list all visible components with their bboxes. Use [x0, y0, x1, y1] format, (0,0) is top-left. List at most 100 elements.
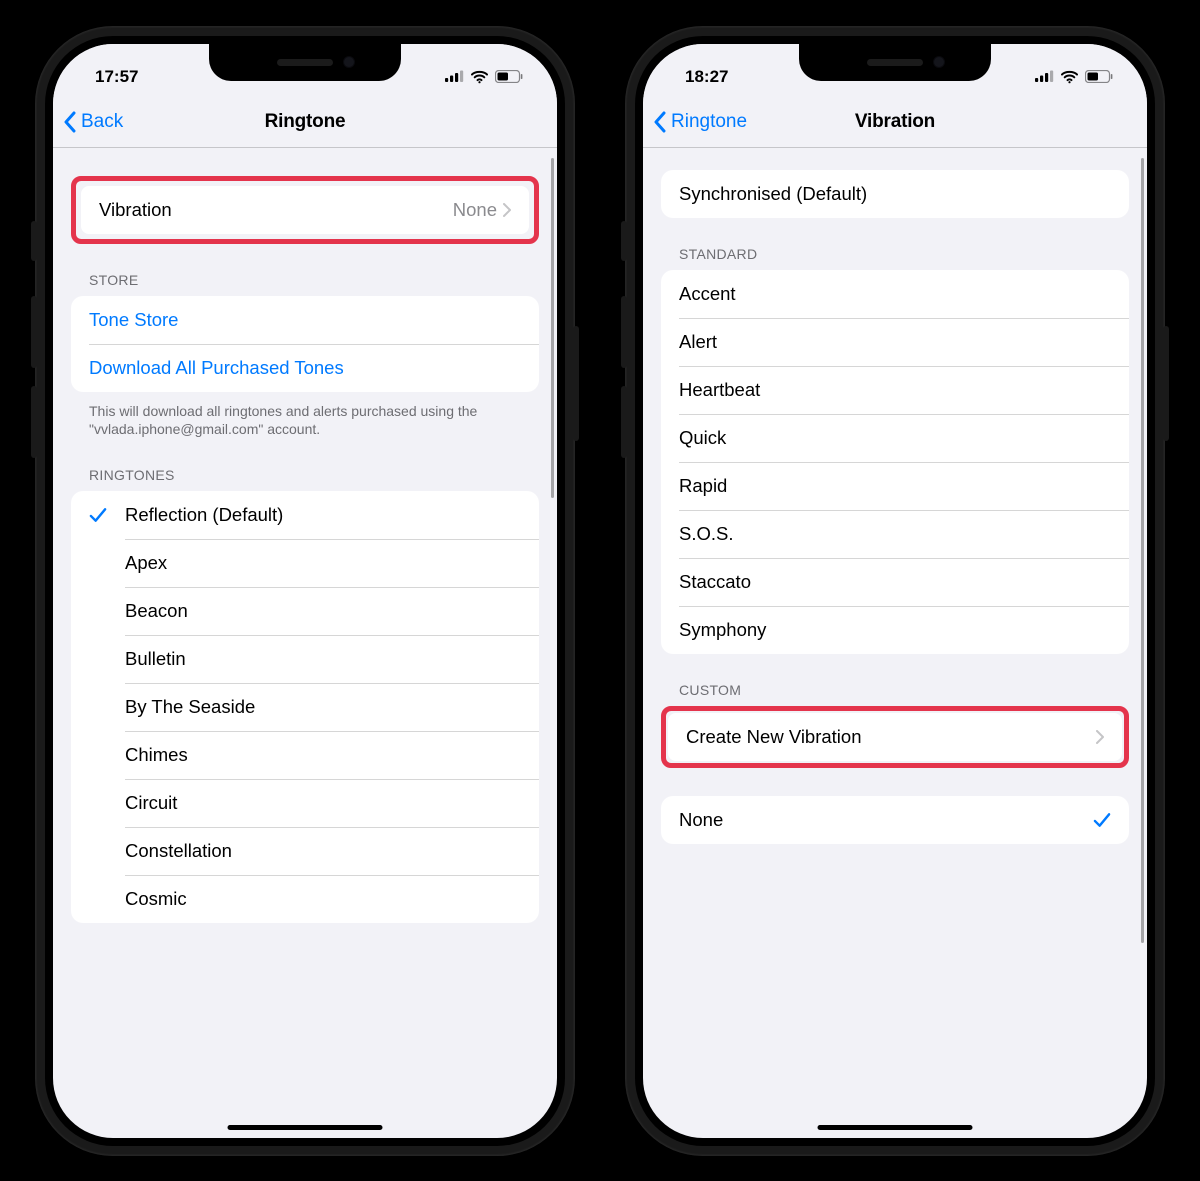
ringtone-label: Cosmic: [125, 888, 521, 910]
cellular-icon: [445, 70, 464, 83]
ringtones-group: RINGTONES Reflection (Default) Apex Beacon…: [71, 467, 539, 923]
chevron-right-icon: [1096, 730, 1104, 744]
phone-right: 18:27 Ringtone Vibration: [625, 26, 1165, 1156]
nav-bar: Back Ringtone: [53, 98, 557, 148]
notch: [799, 44, 991, 81]
nav-back-button[interactable]: Back: [63, 98, 123, 147]
wifi-icon: [471, 70, 488, 84]
ringtone-cell[interactable]: Reflection (Default): [71, 491, 539, 539]
ringtone-label: Constellation: [125, 840, 521, 862]
none-cell[interactable]: None: [661, 796, 1129, 844]
mute-switch: [621, 221, 627, 261]
create-vibration-label: Create New Vibration: [686, 726, 1096, 748]
chevron-left-icon: [653, 111, 667, 133]
highlight-vibration: Vibration None: [71, 176, 539, 244]
content[interactable]: Synchronised (Default) STANDARD Accent Al…: [643, 148, 1147, 1138]
custom-group: CUSTOM Create New Vibration: [661, 682, 1129, 768]
ringtone-label: By The Seaside: [125, 696, 521, 718]
status-time: 18:27: [685, 67, 728, 87]
standard-vibration-cell[interactable]: Symphony: [661, 606, 1129, 654]
ringtone-cell[interactable]: Chimes: [71, 731, 539, 779]
scroll-indicator[interactable]: [551, 158, 554, 498]
nav-back-button[interactable]: Ringtone: [653, 98, 747, 147]
home-indicator[interactable]: [818, 1125, 973, 1130]
default-vibration-cell[interactable]: Synchronised (Default): [661, 170, 1129, 218]
ringtone-label: Bulletin: [125, 648, 521, 670]
store-header: STORE: [71, 272, 539, 296]
none-label: None: [679, 809, 1093, 831]
vibration-label: Vibration: [99, 199, 453, 221]
standard-vibration-label: Quick: [679, 427, 1111, 449]
nav-title: Vibration: [855, 111, 935, 133]
vibration-cell[interactable]: Vibration None: [81, 186, 529, 234]
ringtone-cell[interactable]: Beacon: [71, 587, 539, 635]
download-tones-label: Download All Purchased Tones: [89, 357, 521, 379]
standard-vibration-cell[interactable]: Quick: [661, 414, 1129, 462]
tone-store-label: Tone Store: [89, 309, 521, 331]
standard-vibration-label: Staccato: [679, 571, 1111, 593]
ringtone-cell[interactable]: Constellation: [71, 827, 539, 875]
volume-down-button: [31, 386, 37, 458]
volume-up-button: [621, 296, 627, 368]
ringtone-cell[interactable]: Apex: [71, 539, 539, 587]
create-vibration-cell[interactable]: Create New Vibration: [668, 713, 1122, 761]
standard-vibration-cell[interactable]: Heartbeat: [661, 366, 1129, 414]
ringtones-header: RINGTONES: [71, 467, 539, 491]
nav-back-label: Ringtone: [671, 111, 747, 133]
ringtone-label: Reflection (Default): [125, 504, 521, 526]
standard-vibration-cell[interactable]: Staccato: [661, 558, 1129, 606]
tone-store-cell[interactable]: Tone Store: [71, 296, 539, 344]
highlight-create-vibration: Create New Vibration: [661, 706, 1129, 768]
volume-up-button: [31, 296, 37, 368]
power-button: [1163, 326, 1169, 441]
scroll-indicator[interactable]: [1141, 158, 1144, 943]
standard-vibration-label: S.O.S.: [679, 523, 1111, 545]
store-footer: This will download all ringtones and ale…: [71, 392, 539, 440]
battery-icon: [1085, 70, 1113, 83]
wifi-icon: [1061, 70, 1078, 84]
mute-switch: [31, 221, 37, 261]
ringtone-label: Apex: [125, 552, 521, 574]
vibration-value: None: [453, 199, 497, 221]
standard-vibration-label: Alert: [679, 331, 1111, 353]
content[interactable]: Vibration None STORE Tone Store: [53, 148, 557, 1138]
standard-group: STANDARD Accent Alert Heartbeat Quick Rapid S…: [661, 246, 1129, 654]
ringtone-label: Beacon: [125, 600, 521, 622]
power-button: [573, 326, 579, 441]
chevron-right-icon: [503, 203, 511, 217]
volume-down-button: [621, 386, 627, 458]
download-tones-cell[interactable]: Download All Purchased Tones: [71, 344, 539, 392]
standard-header: STANDARD: [661, 246, 1129, 270]
standard-vibration-label: Symphony: [679, 619, 1111, 641]
chevron-left-icon: [63, 111, 77, 133]
standard-vibration-cell[interactable]: Alert: [661, 318, 1129, 366]
battery-icon: [495, 70, 523, 83]
checkmark-icon: [1093, 811, 1111, 829]
nav-back-label: Back: [81, 111, 123, 133]
default-vibration-label: Synchronised (Default): [679, 183, 1111, 205]
standard-vibration-cell[interactable]: S.O.S.: [661, 510, 1129, 558]
standard-vibration-label: Heartbeat: [679, 379, 1111, 401]
status-time: 17:57: [95, 67, 138, 87]
checkmark-icon: [89, 506, 125, 524]
standard-vibration-cell[interactable]: Rapid: [661, 462, 1129, 510]
default-group: Synchronised (Default): [661, 170, 1129, 218]
ringtone-cell[interactable]: Circuit: [71, 779, 539, 827]
custom-header: CUSTOM: [661, 682, 1129, 706]
notch: [209, 44, 401, 81]
nav-title: Ringtone: [265, 111, 346, 133]
home-indicator[interactable]: [228, 1125, 383, 1130]
standard-vibration-cell[interactable]: Accent: [661, 270, 1129, 318]
ringtone-label: Chimes: [125, 744, 521, 766]
ringtone-label: Circuit: [125, 792, 521, 814]
standard-vibration-label: Accent: [679, 283, 1111, 305]
nav-bar: Ringtone Vibration: [643, 98, 1147, 148]
store-group: STORE Tone Store Download All Purchased …: [71, 272, 539, 440]
ringtone-cell[interactable]: Cosmic: [71, 875, 539, 923]
cellular-icon: [1035, 70, 1054, 83]
standard-vibration-label: Rapid: [679, 475, 1111, 497]
ringtone-cell[interactable]: Bulletin: [71, 635, 539, 683]
ringtone-cell[interactable]: By The Seaside: [71, 683, 539, 731]
none-group: None: [661, 796, 1129, 844]
phone-left: 17:57 Back Ringtone: [35, 26, 575, 1156]
